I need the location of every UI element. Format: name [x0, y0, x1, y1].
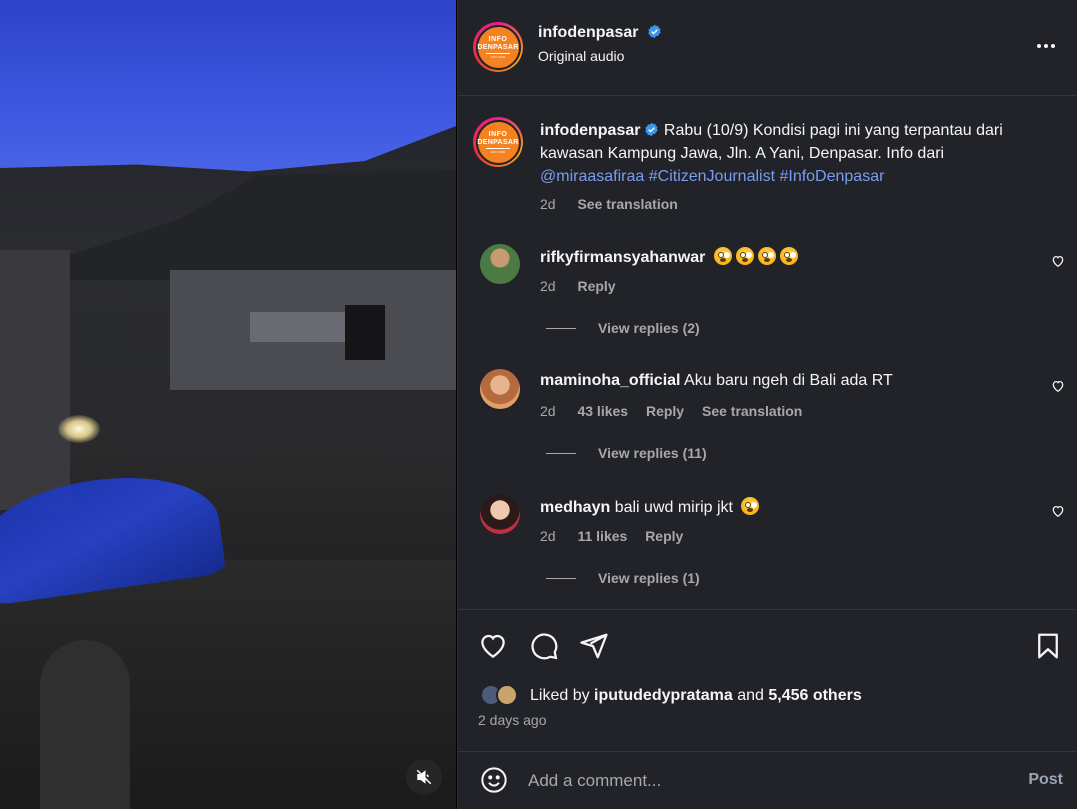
comment-text: Aku baru ngeh di Bali ada RT [684, 372, 893, 389]
view-replies-label: View replies (1) [598, 570, 700, 586]
video-scene-light [58, 415, 100, 443]
logo-text-line3: EST. 2016 [491, 54, 505, 59]
post-button[interactable]: Post [1028, 771, 1063, 789]
replies-divider [546, 327, 576, 329]
see-translation-button[interactable]: See translation [577, 196, 677, 212]
author-username[interactable]: infodenpasar [538, 24, 638, 41]
comment-time: 2d [540, 528, 556, 544]
comment-meta: 2d 43 likes Reply See translation [540, 403, 816, 419]
video-scene-window [345, 305, 385, 360]
more-dot [1044, 44, 1048, 48]
logo-text-line1: INFO [488, 130, 508, 138]
replies-divider [546, 577, 576, 579]
add-comment-bar: Post [458, 751, 1077, 809]
see-translation-button[interactable]: See translation [702, 403, 802, 419]
video-scene-roof [60, 170, 456, 280]
commenter-avatar[interactable] [480, 369, 520, 409]
view-replies-label: View replies (11) [598, 445, 707, 461]
liked-by-prefix: Liked by [530, 687, 590, 704]
post-header: INFO DENPASAR EST. 2016 infodenpasar Ori… [458, 0, 1077, 96]
comment-like-icon[interactable] [1051, 504, 1065, 518]
mute-icon [416, 769, 432, 785]
more-options-button[interactable] [1034, 36, 1058, 56]
liked-by-avatars[interactable] [480, 684, 526, 708]
liked-by-user[interactable]: iputudedypratama [594, 687, 733, 705]
comment-likes[interactable]: 11 likes [577, 528, 627, 544]
caption-hashtag[interactable]: #CitizenJournalist [649, 168, 775, 185]
flushed-emoji-icon [713, 247, 732, 265]
author-avatar[interactable]: INFO DENPASAR EST. 2016 [473, 22, 523, 72]
replies-divider [546, 452, 576, 454]
flushed-emoji-icon [735, 247, 754, 265]
commenter-avatar[interactable] [480, 494, 520, 534]
bookmark-icon[interactable] [1033, 631, 1063, 661]
caption-username[interactable]: infodenpasar [540, 122, 640, 139]
comments-list[interactable]: INFO DENPASAR EST. 2016 infodenpasar Rab… [458, 97, 1077, 610]
post-date[interactable]: 2 days ago [478, 712, 547, 728]
view-replies-button[interactable]: View replies (1) [546, 570, 700, 586]
comment-time: 2d [540, 403, 556, 419]
author-info: infodenpasar Original audio [538, 24, 662, 64]
comment-like-icon[interactable] [1051, 379, 1065, 393]
logo-text-line3: EST. 2016 [491, 149, 505, 154]
comment-body: rifkyfirmansyahanwar [540, 247, 798, 267]
comment-meta: 2d 11 likes Reply [540, 528, 697, 544]
logo: INFO DENPASAR EST. 2016 [475, 119, 521, 165]
post-caption: infodenpasar Rabu (10/9) Kondisi pagi in… [540, 119, 1050, 188]
avatar [496, 684, 518, 706]
video-scene-umbrella-top [0, 0, 456, 172]
verified-badge-icon [648, 24, 661, 39]
logo-divider [486, 52, 510, 54]
share-icon[interactable] [579, 631, 609, 661]
audio-label[interactable]: Original audio [538, 48, 662, 64]
comment-text: bali uwd mirip jkt [614, 499, 733, 516]
reply-button[interactable]: Reply [577, 278, 615, 294]
view-replies-button[interactable]: View replies (2) [546, 320, 700, 336]
liked-by-and: and [737, 687, 764, 704]
flushed-emoji-icon [779, 247, 798, 265]
reply-button[interactable]: Reply [646, 403, 684, 419]
reel-video[interactable] [0, 0, 456, 809]
video-scene-figure [40, 640, 130, 809]
comment-body: maminoha_official Aku baru ngeh di Bali … [540, 372, 893, 390]
likes-summary: Liked by iputudedypratama and 5,456 othe… [480, 684, 862, 708]
logo-text-line2: DENPASAR [477, 138, 519, 146]
comment-username[interactable]: rifkyfirmansyahanwar [540, 249, 705, 266]
flushed-emoji-icon [757, 247, 776, 265]
caption-meta: 2d See translation [540, 196, 696, 212]
comment-icon[interactable] [529, 631, 559, 661]
emoji-icon[interactable] [480, 766, 508, 794]
logo-text-line1: INFO [488, 35, 508, 43]
liked-by-others[interactable]: 5,456 others [768, 687, 861, 705]
caption-hashtag[interactable]: #InfoDenpasar [779, 168, 884, 185]
comment-meta: 2d Reply [540, 278, 630, 294]
view-replies-button[interactable]: View replies (11) [546, 445, 707, 461]
more-options-icon [1037, 44, 1041, 48]
comment-username[interactable]: maminoha_official [540, 372, 680, 389]
view-replies-label: View replies (2) [598, 320, 700, 336]
caption-avatar[interactable]: INFO DENPASAR EST. 2016 [473, 117, 523, 167]
comment-likes[interactable]: 43 likes [577, 403, 628, 419]
verified-badge-icon [645, 122, 659, 137]
reply-button[interactable]: Reply [645, 528, 683, 544]
commenter-avatar[interactable] [480, 244, 520, 284]
comment-like-icon[interactable] [1051, 254, 1065, 268]
comment-time: 2d [540, 278, 556, 294]
comment-body: medhayn bali uwd mirip jkt [540, 497, 760, 517]
crying-emoji-icon [741, 497, 760, 515]
comment-input[interactable] [528, 770, 998, 792]
comment-username[interactable]: medhayn [540, 499, 610, 516]
more-dot [1051, 44, 1055, 48]
caption-time: 2d [540, 196, 556, 212]
post-actions [458, 611, 1077, 751]
post-panel: INFO DENPASAR EST. 2016 infodenpasar Ori… [457, 0, 1077, 809]
heart-icon[interactable] [478, 631, 508, 661]
mute-button[interactable] [406, 759, 442, 795]
logo-text-line2: DENPASAR [477, 43, 519, 51]
caption-mention[interactable]: @miraasafiraa [540, 168, 644, 185]
logo: INFO DENPASAR EST. 2016 [475, 24, 521, 70]
logo-divider [486, 147, 510, 149]
video-scene-left-house [0, 250, 70, 510]
